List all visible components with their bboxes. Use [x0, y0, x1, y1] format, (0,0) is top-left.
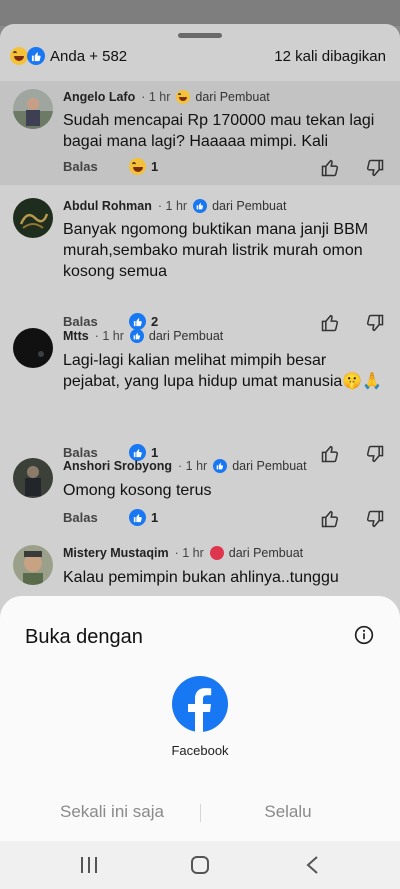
recent-apps-icon[interactable]: [78, 855, 100, 875]
comment-item: Mtts · 1 hr dari Pembuat Lagi-lagi kalia…: [0, 324, 400, 463]
comment-item: Angelo Lafo · 1 hr dari Pembuat Sudah me…: [0, 81, 400, 185]
comment-actions: Balas 1: [63, 509, 385, 529]
haha-icon: [176, 90, 191, 104]
reply-button[interactable]: Balas: [63, 159, 98, 174]
avatar[interactable]: [13, 545, 53, 585]
just-once-button[interactable]: Sekali ini saja: [22, 802, 202, 822]
reaction-count[interactable]: 1: [129, 509, 158, 526]
badge-text: dari Pembuat: [148, 329, 224, 343]
navigation-bar: [0, 841, 400, 889]
comment-text: Kalau pemimpin bukan ahlinya..tunggu: [63, 569, 339, 586]
commenter-name[interactable]: Abdul Rohman: [63, 199, 152, 213]
like-icon: [193, 199, 208, 213]
commenter-name[interactable]: Anshori Srobyong: [63, 459, 172, 473]
status-area: [0, 0, 400, 26]
reaction-count-value: 1: [151, 510, 159, 525]
always-button[interactable]: Selalu: [198, 802, 378, 822]
commenter-name[interactable]: Mistery Mustaqim: [63, 546, 169, 560]
comment-time: 1 hr: [148, 90, 171, 104]
commenter-name[interactable]: Angelo Lafo: [63, 90, 135, 104]
reaction-count-value: 1: [151, 159, 159, 174]
author-reaction-badge: dari Pembuat: [176, 90, 270, 104]
author-reaction-badge: dari Pembuat: [129, 329, 224, 343]
comment-text: Sudah mencapai Rp 170000 mau tekan lagi …: [63, 112, 375, 150]
info-icon[interactable]: [354, 625, 374, 645]
commenter-name[interactable]: Mtts: [63, 329, 89, 343]
share-count[interactable]: 12 kali dibagikan: [274, 48, 386, 65]
comment-time: 1 hr: [185, 459, 208, 473]
like-icon: [27, 47, 45, 65]
reaction-summary-text: Anda + 582: [50, 48, 128, 65]
comment-meta: Angelo Lafo · 1 hr dari Pembuat: [63, 90, 270, 104]
comment-meta: Mtts · 1 hr dari Pembuat: [63, 329, 224, 343]
avatar[interactable]: [13, 89, 53, 129]
thumbs-up-icon[interactable]: [320, 509, 340, 529]
comment-text: Omong kosong terus: [63, 482, 212, 499]
badge-text: dari Pembuat: [232, 459, 307, 473]
comment-time: 1 hr: [165, 199, 188, 213]
avatar[interactable]: [13, 458, 53, 498]
facebook-app-icon[interactable]: [172, 676, 228, 732]
like-icon: [129, 329, 144, 343]
sheet-drag-handle[interactable]: [178, 33, 222, 38]
open-with-dialog: Buka dengan Facebook Sekali ini saja Sel…: [0, 596, 400, 841]
like-icon: [129, 509, 146, 526]
author-reaction-badge: dari Pembuat: [193, 199, 286, 213]
reaction-icons: [10, 47, 50, 67]
like-icon: [213, 459, 228, 473]
reply-button[interactable]: Balas: [63, 510, 98, 525]
thumbs-down-icon[interactable]: [365, 158, 385, 178]
comment-text: Lagi-lagi kalian melihat mimpih besar pe…: [63, 352, 383, 390]
home-icon[interactable]: [189, 855, 211, 875]
author-reaction-badge: dari Pembuat: [209, 546, 304, 560]
facebook-app-label[interactable]: Facebook: [140, 743, 260, 758]
badge-text: dari Pembuat: [228, 546, 304, 560]
reactions-comments-sheet: Anda + 582 12 kali dibagikan Angelo Lafo…: [0, 24, 400, 624]
reaction-count[interactable]: 1: [129, 158, 158, 175]
comment-time: 1 hr: [102, 329, 124, 343]
comment-time: 1 hr: [182, 546, 204, 560]
dialog-title: Buka dengan: [25, 626, 143, 648]
haha-icon: [10, 47, 28, 65]
thumbs-down-icon[interactable]: [365, 509, 385, 529]
comment-meta: Anshori Srobyong · 1 hr dari Pembuat: [63, 459, 307, 473]
love-icon: [209, 546, 224, 560]
comment-meta: Abdul Rohman · 1 hr dari Pembuat: [63, 199, 287, 213]
comment-item: Abdul Rohman · 1 hr dari Pembuat Banyak …: [0, 192, 400, 332]
avatar[interactable]: [13, 328, 53, 368]
avatar[interactable]: [13, 198, 53, 238]
comment-text: Banyak ngomong buktikan mana janji BBM m…: [63, 221, 369, 280]
author-reaction-badge: dari Pembuat: [213, 459, 307, 473]
badge-text: dari Pembuat: [195, 90, 270, 104]
haha-icon: [129, 158, 146, 175]
comment-meta: Mistery Mustaqim · 1 hr dari Pembuat: [63, 546, 304, 560]
reactions-summary-bar[interactable]: Anda + 582 12 kali dibagikan: [0, 42, 400, 72]
thumbs-up-icon[interactable]: [320, 158, 340, 178]
back-icon[interactable]: [302, 855, 324, 875]
badge-text: dari Pembuat: [212, 199, 287, 213]
comment-item: Anshori Srobyong · 1 hr dari Pembuat Omo…: [0, 454, 400, 544]
comment-actions: Balas 1: [63, 158, 385, 178]
